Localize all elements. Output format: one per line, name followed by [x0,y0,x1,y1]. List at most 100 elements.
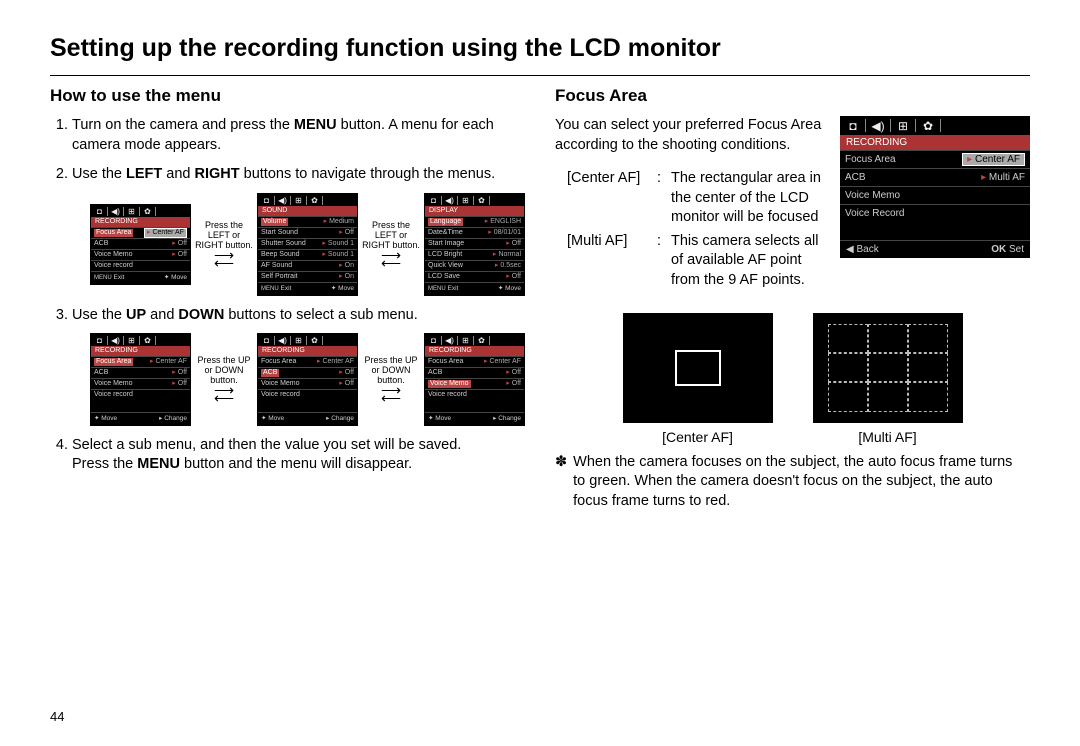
steps-list: Turn on the camera and press the MENU bu… [50,116,525,475]
display-icon: ⊞ [126,336,137,345]
term: [Multi AF] [567,232,657,291]
menu-item: AF Sound [261,262,292,270]
menu-item: Volume [261,218,288,226]
display-icon: ⊞ [293,336,304,345]
menu-value: ENGLISH [490,218,521,225]
lcd-recording: ◘◀)⊞✿ RECORDING Focus Area▸Center AF ACB… [424,333,525,426]
menu-value: Multi AF [989,172,1025,183]
page-number: 44 [50,709,64,724]
menu-item: LCD Save [428,273,460,281]
divider [50,75,1030,76]
term: [Center AF] [567,169,657,228]
display-icon: ⊞ [895,119,911,132]
text: button and the menu will disappear. [180,456,412,472]
menu-header: RECORDING [840,135,1030,150]
sound-icon: ◀) [110,207,121,216]
text: buttons to select a sub menu. [224,307,417,323]
step-4: Select a sub menu, and then the value yo… [72,436,525,475]
text-strong: UP [126,307,146,323]
af-figures: [Center AF] [Multi AF] [555,313,1030,445]
step-2: Use the LEFT and RIGHT buttons to naviga… [72,165,525,296]
menu-value: Off [178,380,187,387]
text: buttons to navigate through the menus. [240,166,496,182]
menu-value: 0.5sec [500,262,521,269]
menu-item: Voice Memo [428,380,471,388]
menu-value: Off [345,380,354,387]
left-column: How to use the menu Turn on the camera a… [50,86,525,511]
menu-item: Focus Area [845,154,896,165]
menu-item: Focus Area [261,358,296,366]
text: and [146,307,178,323]
menu-item: ACB [94,240,108,248]
menu-header: RECORDING [91,217,190,227]
ok-icon: OK [991,244,1006,255]
menu-value: Off [512,369,521,376]
menu-item: Voice Record [845,208,904,219]
menu-item: Focus Area [94,229,133,237]
camera-icon: ◘ [261,196,272,205]
menu-item: Start Image [428,240,464,248]
menu-item: Shutter Sound [261,240,306,248]
gear-icon: ✿ [142,207,153,216]
menu-item: Start Sound [261,229,298,237]
lcd-recording: ◘◀)⊞✿ RECORDING Focus Area▸Center AF ACB… [257,333,358,426]
menu-value: Off [512,380,521,387]
lcd-row-1: ◘◀)⊞✿ RECORDING Focus Area▸Center AF ACB… [90,193,525,296]
text-strong: MENU [294,117,337,133]
menu-item: Focus Area [94,358,133,366]
menu-item: ACB [845,172,866,183]
menu-value: Normal [498,251,521,258]
menu-item: ACB [261,369,279,377]
menu-value: Off [178,369,187,376]
sound-icon: ◀) [277,196,288,205]
footer: Move [268,415,284,422]
footer: Exit [280,285,291,292]
desc: The rectangular area in the center of th… [671,169,830,228]
menu-header: RECORDING [258,346,357,356]
arrow-icon: ⟶⟵ [195,386,253,403]
menu-value: Center AF [155,358,187,365]
menu-value: Center AF [489,358,521,365]
lcd-sound: ◘◀)⊞✿ SOUND Volume▸Medium Start Sound▸Of… [257,193,358,296]
gear-icon: ✿ [142,336,153,345]
menu-value: On [345,273,354,280]
footer: Move [505,285,521,292]
sound-icon: ◀) [444,196,455,205]
menu-value: Center AF [152,229,184,236]
focus-note: ✽ When the camera focuses on the subject… [555,453,1018,512]
menu-header: SOUND [258,206,357,216]
menu-item: Voice Memo [94,380,133,388]
arrow-icon: ⟶⟵ [195,251,253,268]
menu-value: Off [345,229,354,236]
footer: Move [101,415,117,422]
lcd-focus-area: ◘◀)⊞✿ RECORDING Focus Area▸ Center AF AC… [840,116,1030,258]
desc: This camera selects all of available AF … [671,232,830,291]
gear-icon: ✿ [476,196,487,205]
camera-icon: ◘ [428,196,439,205]
lcd-display: ◘◀)⊞✿ DISPLAY Language▸ENGLISH Date&Time… [424,193,525,296]
menu-value: Off [178,251,187,258]
display-icon: ⊞ [293,196,304,205]
sound-icon: ◀) [870,119,886,132]
camera-icon: ◘ [261,336,272,345]
menu-item: Beep Sound [261,251,300,259]
arrow-icon: ⟶⟵ [362,386,420,403]
footer: Exit [113,274,124,281]
af-rect-icon [675,350,721,386]
menu-item: Focus Area [428,358,463,366]
sound-icon: ◀) [277,336,288,345]
page-title: Setting up the recording function using … [50,34,1030,63]
text-strong: DOWN [178,307,224,323]
menu-item: Voice Memo [94,251,133,259]
text-strong: LEFT [126,166,162,182]
text: and [162,166,194,182]
display-icon: ⊞ [126,207,137,216]
lcd-row-2: ◘◀)⊞✿ RECORDING Focus Area▸Center AF ACB… [90,333,525,426]
menu-value: Center AF [975,154,1020,165]
text: Turn on the camera and press the [72,117,294,133]
lcd-recording: ◘◀)⊞✿ RECORDING Focus Area▸Center AF ACB… [90,333,191,426]
menu-item: ACB [428,369,442,377]
caption: [Multi AF] [813,429,963,445]
footer: Change [498,415,521,422]
camera-icon: ◘ [94,207,105,216]
